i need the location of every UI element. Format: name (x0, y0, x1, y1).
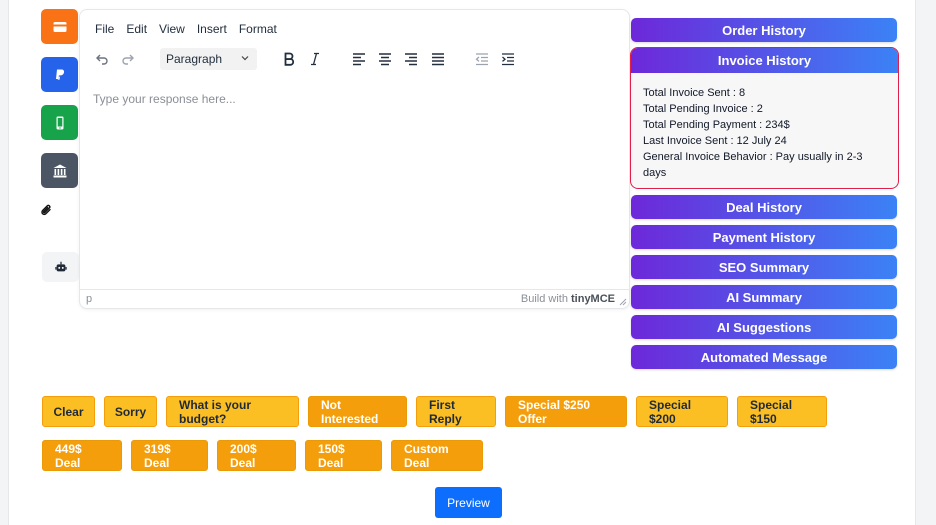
mobile-icon (56, 116, 63, 129)
quick-first-reply-button[interactable]: First Reply (416, 396, 496, 427)
quick-deal-200-button[interactable]: 200$ Deal (217, 440, 296, 471)
credit-card-icon (53, 21, 66, 32)
preview-button[interactable]: Preview (435, 487, 502, 518)
resize-handle-icon[interactable] (619, 298, 627, 306)
page: File Edit View Insert Format Paragraph T… (0, 0, 936, 525)
invoice-line: Last Invoice Sent : 12 July 24 (643, 135, 787, 147)
invoice-line: Total Pending Invoice : 2 (643, 103, 763, 115)
align-center-icon (379, 53, 391, 66)
undo-button[interactable] (92, 46, 112, 72)
align-left-icon (353, 53, 365, 66)
indent-button[interactable] (498, 46, 518, 72)
menu-view[interactable]: View (159, 22, 185, 36)
editor-toolbar: Paragraph (80, 46, 629, 76)
ai-summary-button[interactable]: AI Summary (631, 285, 897, 309)
editor-content-area[interactable]: Type your response here... (93, 92, 236, 106)
align-justify-icon (432, 53, 444, 66)
menu-file[interactable]: File (95, 22, 114, 36)
seo-summary-button[interactable]: SEO Summary (631, 255, 897, 279)
mobile-payment-button[interactable] (41, 105, 78, 140)
outdent-icon (475, 53, 488, 66)
branding-name: tinyMCE (571, 293, 615, 305)
quick-clear-button[interactable]: Clear (42, 396, 95, 427)
deal-history-button[interactable]: Deal History (631, 195, 897, 219)
bold-button[interactable] (279, 46, 299, 72)
undo-icon (96, 54, 108, 65)
align-center-button[interactable] (375, 46, 395, 72)
chevron-down-icon (241, 56, 249, 61)
bank-icon (53, 164, 66, 177)
menu-insert[interactable]: Insert (197, 22, 227, 36)
quick-custom-deal-button[interactable]: Custom Deal (391, 440, 483, 471)
redo-button[interactable] (118, 46, 138, 72)
ai-assistant-button[interactable] (42, 252, 79, 282)
quick-special-150-button[interactable]: Special $150 (737, 396, 827, 427)
italic-button[interactable] (305, 46, 325, 72)
editor-placeholder: Type your response here... (93, 92, 236, 106)
block-format-value: Paragraph (166, 52, 223, 66)
indent-icon (502, 53, 514, 66)
paperclip-icon (41, 204, 51, 216)
quick-special-250-button[interactable]: Special $250 Offer (505, 396, 627, 427)
quick-not-interested-button[interactable]: Not Interested (308, 396, 407, 427)
align-justify-button[interactable] (428, 46, 448, 72)
quick-budget-button[interactable]: What is your budget? (166, 396, 299, 427)
rich-text-editor: File Edit View Insert Format Paragraph T… (79, 9, 630, 309)
branding-prefix: Build with (520, 293, 568, 305)
redo-icon (122, 54, 134, 65)
editor-statusbar: p Build with tinyMCE (80, 289, 629, 308)
quick-special-200-button[interactable]: Special $200 (636, 396, 728, 427)
order-history-button[interactable]: Order History (631, 18, 897, 42)
block-format-select[interactable]: Paragraph (160, 48, 257, 70)
align-right-button[interactable] (401, 46, 421, 72)
attach-file-button[interactable] (39, 201, 55, 219)
outdent-button[interactable] (472, 46, 492, 72)
automated-message-button[interactable]: Automated Message (631, 345, 897, 369)
bold-icon (284, 52, 295, 66)
paypal-icon (55, 69, 64, 80)
invoice-history-panel: Invoice History Total Invoice Sent : 8 T… (630, 47, 899, 189)
invoice-line: Total Invoice Sent : 8 (643, 87, 746, 99)
align-right-icon (405, 53, 417, 66)
invoice-history-header[interactable]: Invoice History (631, 48, 898, 73)
menu-format[interactable]: Format (239, 22, 277, 36)
quick-deal-150-button[interactable]: 150$ Deal (305, 440, 382, 471)
quick-deal-319-button[interactable]: 319$ Deal (131, 440, 208, 471)
editor-menubar: File Edit View Insert Format (95, 22, 277, 36)
bank-transfer-button[interactable] (41, 153, 78, 188)
menu-edit[interactable]: Edit (126, 22, 147, 36)
element-path[interactable]: p (86, 293, 92, 305)
ai-suggestions-button[interactable]: AI Suggestions (631, 315, 897, 339)
payment-history-button[interactable]: Payment History (631, 225, 897, 249)
invoice-line: Total Pending Payment : 234$ (643, 119, 790, 131)
italic-icon (311, 52, 319, 66)
paypal-button[interactable] (41, 57, 78, 92)
robot-icon (54, 261, 67, 272)
quick-deal-449-button[interactable]: 449$ Deal (42, 440, 122, 471)
align-left-button[interactable] (349, 46, 369, 72)
credit-card-button[interactable] (41, 9, 78, 44)
tinymce-branding[interactable]: Build with tinyMCE (521, 293, 615, 305)
quick-sorry-button[interactable]: Sorry (104, 396, 157, 427)
invoice-line: General Invoice Behavior : Pay usually i… (643, 151, 863, 179)
invoice-history-details: Total Invoice Sent : 8 Total Pending Inv… (631, 73, 898, 181)
